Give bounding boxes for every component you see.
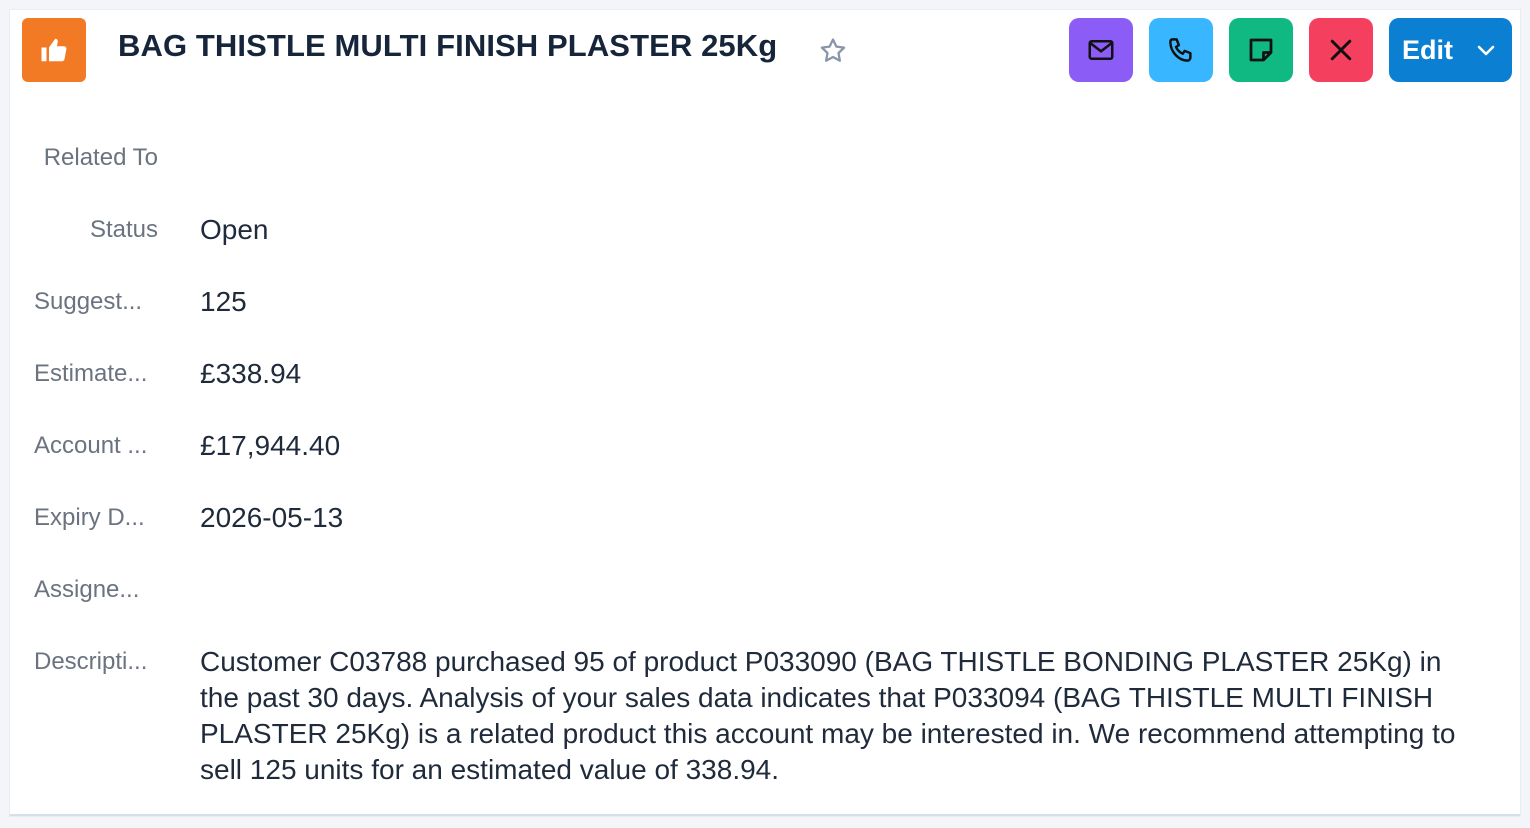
thumbs-up-icon	[22, 18, 86, 82]
call-button[interactable]	[1149, 18, 1213, 82]
field-label: Account ...	[34, 432, 148, 459]
record-card: BAG THISTLE MULTI FINISH PLASTER 25Kg Ed…	[10, 10, 1520, 816]
field-label: Expiry D...	[34, 504, 145, 531]
field-label: Estimate...	[34, 360, 148, 387]
field-label: Status	[89, 216, 158, 243]
note-button[interactable]	[1229, 18, 1293, 82]
field-value: Open	[200, 214, 269, 245]
phone-icon	[1166, 35, 1196, 65]
field-account: Account ... £17,944.40	[10, 412, 1520, 484]
close-button[interactable]	[1309, 18, 1373, 82]
field-description: Descripti... Customer C03788 purchased 9…	[10, 628, 1520, 785]
record-fields: Related To Status Open Suggest... 125 Es…	[10, 124, 1520, 785]
record-header: BAG THISTLE MULTI FINISH PLASTER 25Kg Ed…	[10, 10, 1520, 90]
sticky-note-icon	[1246, 35, 1276, 65]
edit-button[interactable]: Edit	[1389, 18, 1512, 82]
email-button[interactable]	[1069, 18, 1133, 82]
field-status: Status Open	[10, 196, 1520, 268]
field-value: 2026-05-13	[200, 502, 344, 533]
field-suggested: Suggest... 125	[10, 268, 1520, 340]
chevron-down-icon[interactable]	[1474, 38, 1500, 62]
field-value: £17,944.40	[200, 430, 341, 461]
field-value: Customer C03788 purchased 95 of product …	[200, 646, 1456, 785]
field-value: £338.94	[200, 358, 302, 389]
x-icon	[1326, 35, 1356, 65]
field-related-to: Related To	[10, 124, 1520, 196]
field-label: Descripti...	[34, 648, 148, 675]
record-title: BAG THISTLE MULTI FINISH PLASTER 25Kg	[118, 28, 778, 63]
field-label: Suggest...	[34, 288, 143, 315]
field-label: Related To	[43, 144, 158, 171]
field-expiry: Expiry D... 2026-05-13	[10, 484, 1520, 556]
mail-icon	[1086, 35, 1116, 65]
action-buttons: Edit	[1069, 18, 1512, 82]
field-label: Assigne...	[34, 576, 140, 603]
star-icon[interactable]	[816, 34, 850, 68]
field-estimated: Estimate... £338.94	[10, 340, 1520, 412]
field-assigned: Assigne...	[10, 556, 1520, 628]
edit-button-label: Edit	[1402, 34, 1453, 65]
field-value: 125	[200, 286, 247, 317]
